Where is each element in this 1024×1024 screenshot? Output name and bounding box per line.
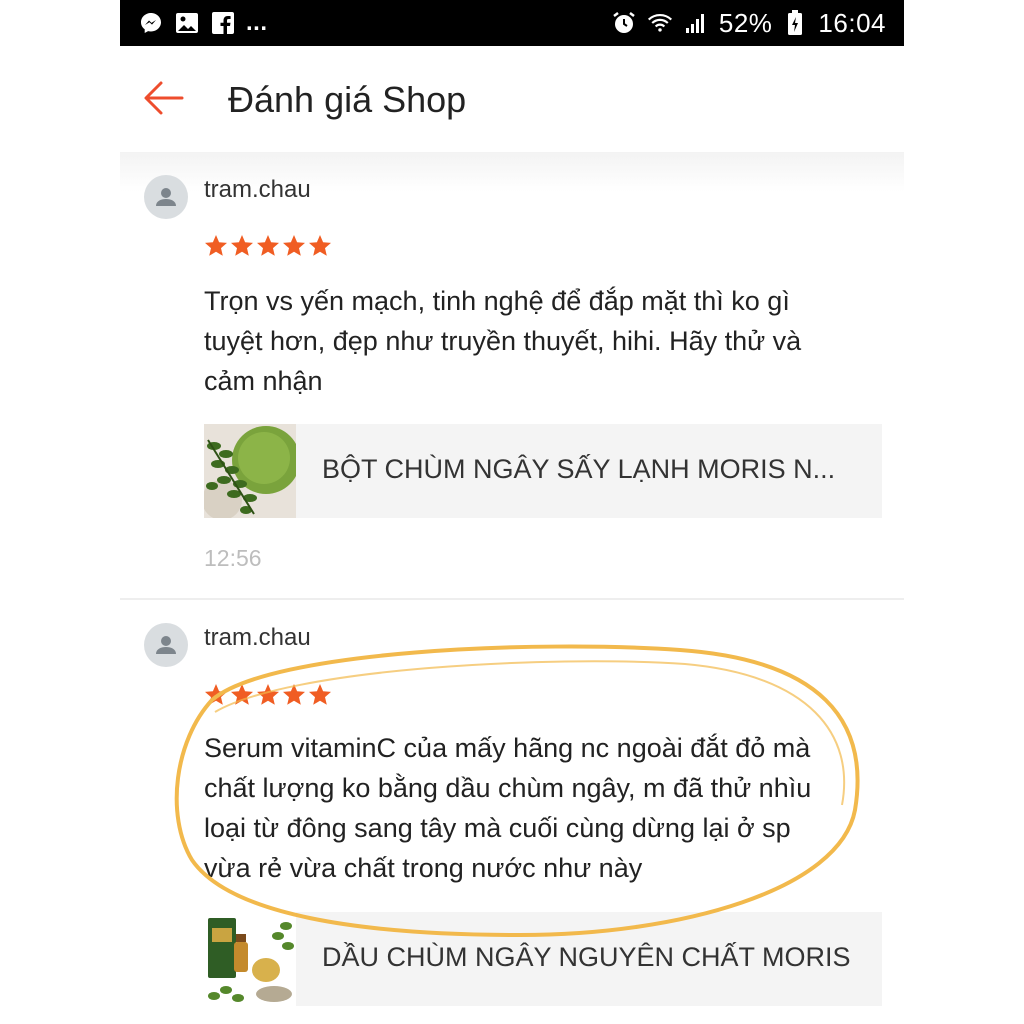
user-icon [156,636,176,654]
star-icon [205,235,227,256]
review-text-line: cảm nhận [204,366,323,396]
wifi-icon [647,10,673,36]
star-icon [283,235,305,256]
star-icon [257,684,279,705]
user-icon [156,188,176,206]
avatar[interactable] [144,623,188,667]
back-button[interactable] [142,80,186,116]
star-icon [257,235,279,256]
clock: 16:04 [818,7,886,38]
product-card[interactable]: DẦU CHÙM NGÂY NGUYÊN CHẤT MORIS [204,912,882,1006]
product-name: DẦU CHÙM NGÂY NGUYÊN CHẤT MORIS [322,942,851,972]
more-notifications: ... [246,9,268,36]
review-text-line: chất lượng ko bằng dầu chùm ngây, m đã t… [204,773,812,803]
product-thumbnail [204,912,296,1006]
status-bar-system: 52% 16:04 [611,8,886,39]
star-icon [205,684,227,705]
rating-stars [204,683,332,707]
rating-stars [204,234,332,258]
star-icon [231,235,253,256]
gallery-icon [174,10,200,36]
status-bar: ... 52% 16:04 [120,0,904,46]
star-icon [309,684,331,705]
arrow-left-icon [144,81,184,115]
messenger-icon [138,10,164,36]
reviewer-name[interactable]: tram.chau [204,624,311,652]
star-icon [283,684,305,705]
product-card[interactable]: BỘT CHÙM NGÂY SẤY LẠNH MORIS N... [204,424,882,518]
signal-icon [683,10,709,36]
battery-percent: 52% [718,7,773,38]
phone-screen: ... 52% 16:04 Đánh giá Shop tram.chau Tr… [120,0,904,1024]
review-text-line: vừa rẻ vừa chất trong nước như này [204,853,643,883]
star-icon [231,684,253,705]
review-time: 12:56 [204,545,262,571]
product-name: BỘT CHÙM NGÂY SẤY LẠNH MORIS N... [322,454,836,484]
divider [120,598,904,600]
alarm-icon [611,10,637,36]
review-text-line: Serum vitaminC của mấy hãng nc ngoài đắt… [204,733,811,763]
star-icon [309,235,331,256]
avatar[interactable] [144,175,188,219]
app-bar: Đánh giá Shop [120,46,904,154]
facebook-icon [210,10,236,36]
battery-icon [782,10,808,36]
product-thumbnail [204,424,296,518]
review-text-line: Trọn vs yến mạch, tinh nghệ để đắp mặt t… [204,286,790,316]
review-text-line: loại từ đông sang tây mà cuối cùng dừng … [204,813,791,843]
review-text: Serum vitaminC của mấy hãng nc ngoài đắt… [204,728,864,888]
status-bar-notifications: ... [138,9,268,37]
reviewer-name[interactable]: tram.chau [204,176,311,204]
page-title: Đánh giá Shop [228,79,467,120]
review-text-line: tuyệt hơn, đẹp như truyền thuyết, hihi. … [204,326,802,356]
review-text: Trọn vs yến mạch, tinh nghệ để đắp mặt t… [204,281,864,401]
